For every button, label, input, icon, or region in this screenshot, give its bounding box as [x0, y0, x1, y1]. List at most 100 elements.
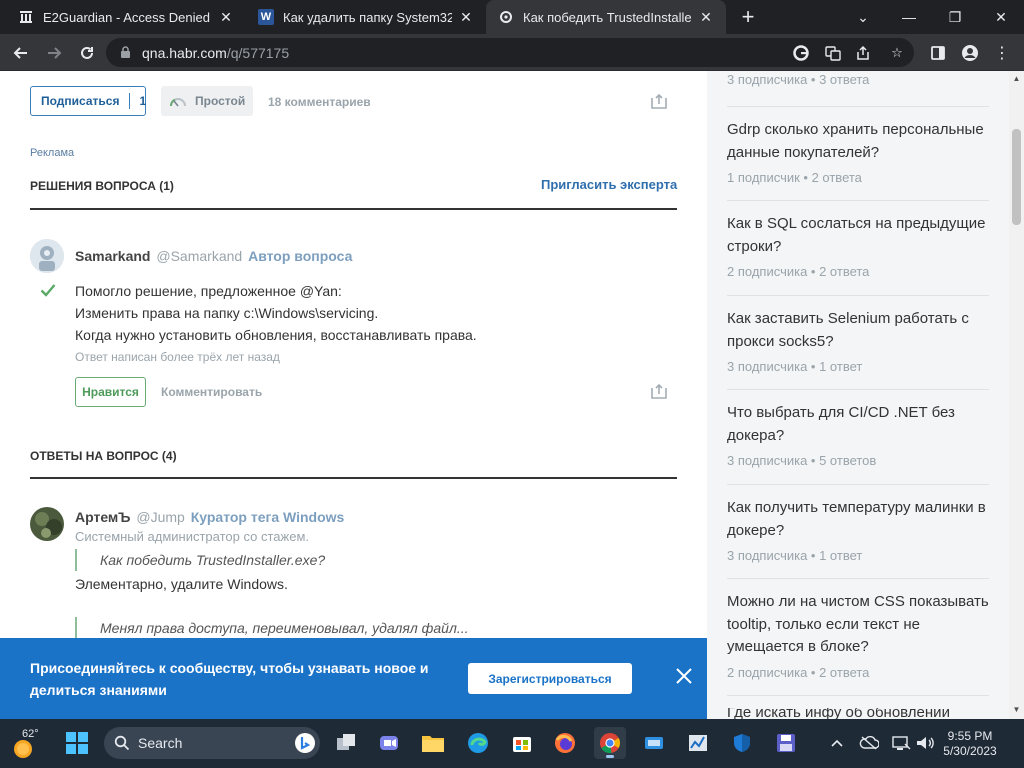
- tab-e2guardian[interactable]: E2Guardian - Access Denied ✕: [6, 0, 246, 34]
- system-clock[interactable]: 9:55 PM 5/30/2023: [940, 729, 1000, 759]
- taskbar-search[interactable]: Search: [104, 727, 320, 759]
- author-nickname[interactable]: @Jump: [136, 509, 184, 525]
- tab-title: Как удалить папку System32 в W: [283, 9, 452, 25]
- question-meta: 2 подписчика • 2 ответа: [727, 664, 870, 680]
- tab-trustedinstaller[interactable]: Как победить TrustedInstaller.exe ✕: [486, 0, 726, 34]
- share-icon[interactable]: [650, 92, 668, 110]
- sidebar-question[interactable]: Как в SQL сослаться на предыдущие строки…: [727, 213, 989, 279]
- sidebar-question[interactable]: Как заставить Selenium работать с прокси…: [727, 308, 989, 374]
- chrome-icon[interactable]: [594, 727, 626, 759]
- close-tab-icon[interactable]: ✕: [698, 9, 714, 25]
- back-icon[interactable]: [8, 40, 34, 66]
- difficulty-badge[interactable]: Простой: [161, 86, 253, 116]
- page-scrollbar[interactable]: ▲ ▼: [1009, 71, 1024, 719]
- avatar[interactable]: [30, 507, 64, 541]
- author-name[interactable]: Samarkand: [75, 248, 150, 264]
- google-icon[interactable]: [790, 42, 812, 64]
- comment-button[interactable]: Комментировать: [161, 385, 262, 399]
- address-bar[interactable]: qna.habr.com/q/577175 ☆: [106, 38, 914, 67]
- photo-app-icon[interactable]: [638, 727, 670, 759]
- solutions-heading: РЕШЕНИЯ ВОПРОСА (1): [30, 179, 174, 193]
- lock-icon[interactable]: [118, 45, 132, 59]
- sidebar-question[interactable]: Как получить температуру малинки в докер…: [727, 497, 989, 563]
- solution-check-icon: [40, 283, 56, 297]
- cloud-offline-icon[interactable]: [858, 733, 880, 753]
- divider: [727, 484, 989, 485]
- subscribe-button[interactable]: Подписаться 1: [30, 86, 146, 116]
- teams-chat-icon[interactable]: [373, 727, 405, 759]
- bookmark-star-icon[interactable]: ☆: [886, 42, 908, 64]
- scroll-up-icon[interactable]: ▲: [1012, 74, 1021, 84]
- answer-line: Помогло решение, предложенное @Yan:: [75, 283, 342, 299]
- question-meta: 3 подписчика • 5 ответов: [727, 453, 877, 468]
- tray-overflow-icon[interactable]: [828, 733, 846, 753]
- share-icon[interactable]: [650, 382, 668, 400]
- share-page-icon[interactable]: [852, 42, 874, 64]
- difficulty-label: Простой: [195, 94, 246, 108]
- pillar-icon: [18, 9, 34, 25]
- sidepanel-icon[interactable]: [925, 40, 951, 66]
- register-button[interactable]: Зарегистрироваться: [468, 663, 632, 694]
- question-title[interactable]: Как получить температуру малинки в докер…: [727, 497, 989, 542]
- close-window-button[interactable]: ✕: [978, 0, 1024, 34]
- gauge-icon: [169, 95, 187, 107]
- author-name[interactable]: АртемЪ: [75, 509, 130, 525]
- restore-button[interactable]: ❐: [932, 0, 978, 34]
- close-banner-icon[interactable]: [672, 664, 696, 688]
- question-title[interactable]: Gdrp сколько хранить персональные данные…: [727, 119, 989, 164]
- chart-app-icon[interactable]: [682, 727, 714, 759]
- sidebar-question[interactable]: Gdrp сколько хранить персональные данные…: [727, 119, 989, 185]
- tab-system32[interactable]: W Как удалить папку System32 в W ✕: [246, 0, 486, 34]
- network-icon[interactable]: [890, 733, 912, 753]
- question-title[interactable]: Как заставить Selenium работать с прокси…: [727, 308, 989, 353]
- scrollbar-thumb[interactable]: [1012, 129, 1021, 225]
- answer-line: Изменить права на папку c:\Windows\servi…: [75, 305, 379, 321]
- sidebar-question[interactable]: Что выбрать для CI/CD .NET без докера? 3…: [727, 402, 989, 468]
- translate-icon[interactable]: [822, 42, 844, 64]
- active-indicator: [606, 755, 614, 758]
- temperature-label: 62°: [22, 728, 39, 740]
- tab-search-icon[interactable]: ⌄: [840, 0, 886, 34]
- weather-widget[interactable]: 62°: [12, 726, 46, 760]
- author-role[interactable]: Куратор тега Windows: [191, 509, 345, 525]
- tab-title: Как победить TrustedInstaller.exe: [523, 9, 692, 25]
- windows-start-icon[interactable]: [61, 727, 93, 759]
- forward-icon[interactable]: [41, 40, 67, 66]
- web-page: Подписаться 1 Простой 18 комментариев Ре…: [0, 71, 1024, 719]
- sidebar-question[interactable]: Где искать инфу об обновлении: [727, 708, 989, 719]
- close-tab-icon[interactable]: ✕: [218, 9, 234, 25]
- clock-time: 9:55 PM: [947, 729, 993, 743]
- new-tab-button[interactable]: +: [736, 4, 760, 29]
- edge-icon[interactable]: [462, 727, 494, 759]
- sidebar-question[interactable]: Можно ли на чистом CSS показывать toolti…: [727, 591, 989, 680]
- comments-link[interactable]: 18 комментариев: [268, 95, 371, 109]
- question-title[interactable]: Где искать инфу об обновлении: [727, 708, 989, 719]
- question-title[interactable]: Можно ли на чистом CSS показывать toolti…: [727, 591, 989, 659]
- firefox-icon[interactable]: [549, 727, 581, 759]
- avatar[interactable]: [30, 239, 64, 273]
- answer-line: Элементарно, удалите Windows.: [75, 576, 288, 592]
- answer-quote: Как победить TrustedInstaller.exe?: [75, 549, 325, 571]
- volume-icon[interactable]: [914, 733, 936, 753]
- close-tab-icon[interactable]: ✕: [458, 9, 474, 25]
- save-disk-icon[interactable]: [770, 727, 802, 759]
- defender-shield-icon[interactable]: [726, 727, 758, 759]
- profile-icon[interactable]: [957, 40, 983, 66]
- author-nickname[interactable]: @Samarkand: [156, 248, 242, 264]
- reload-icon[interactable]: [74, 40, 100, 66]
- question-title[interactable]: Что выбрать для CI/CD .NET без докера?: [727, 402, 989, 447]
- minimize-button[interactable]: —: [886, 0, 932, 34]
- question-title[interactable]: Как в SQL сослаться на предыдущие строки…: [727, 213, 989, 258]
- microsoft-store-icon[interactable]: [506, 727, 538, 759]
- question-meta: 1 подписчик • 2 ответа: [727, 170, 862, 185]
- ad-label[interactable]: Реклама: [30, 147, 74, 159]
- like-button[interactable]: Нравится: [75, 377, 146, 407]
- invite-expert-link[interactable]: Пригласить эксперта: [541, 177, 677, 192]
- task-view-icon[interactable]: [330, 727, 362, 759]
- question-meta: 2 подписчика • 2 ответа: [727, 264, 870, 279]
- file-explorer-icon[interactable]: [417, 727, 449, 759]
- bing-icon[interactable]: [294, 732, 316, 754]
- menu-kebab-icon[interactable]: ⋮: [989, 40, 1015, 66]
- join-community-banner: Присоединяйтесь к сообществу, чтобы узна…: [0, 638, 707, 719]
- scroll-down-icon[interactable]: ▼: [1012, 705, 1021, 715]
